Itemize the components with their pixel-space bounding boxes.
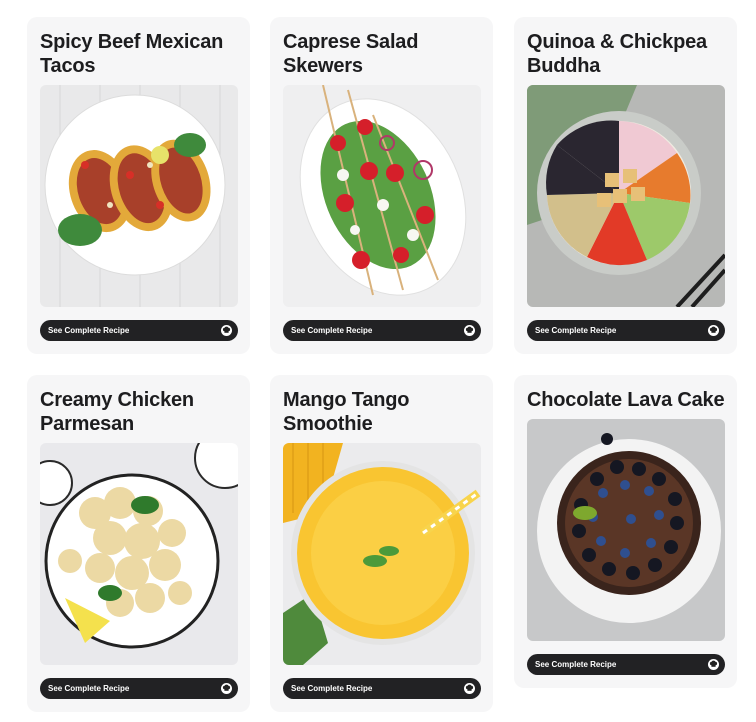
recipe-title: Caprese Salad Skewers <box>283 31 419 77</box>
cauliflower-plate-photo[interactable] <box>40 443 238 665</box>
recipe-card: Quinoa & Chickpea Buddha See Complete Re… <box>514 17 737 354</box>
see-recipe-button[interactable]: See Complete Recipe <box>40 678 238 699</box>
see-recipe-button[interactable]: See Complete Recipe <box>40 320 238 341</box>
recipe-card: Caprese Salad Skewers See Complete Recip… <box>270 17 493 354</box>
buddha-bowl-photo[interactable] <box>527 85 725 307</box>
chef-hat-icon <box>708 659 719 670</box>
chocolate-cake-photo[interactable] <box>527 419 725 641</box>
see-recipe-button-label: See Complete Recipe <box>291 326 373 335</box>
chef-hat-icon <box>464 683 475 694</box>
see-recipe-button-label: See Complete Recipe <box>535 326 617 335</box>
see-recipe-button[interactable]: See Complete Recipe <box>527 320 725 341</box>
recipe-card: Creamy Chicken Parmesan See Complete Rec… <box>27 375 250 712</box>
see-recipe-button[interactable]: See Complete Recipe <box>283 678 481 699</box>
recipe-card: Spicy Beef Mexican Tacos See Complete Re… <box>27 17 250 354</box>
see-recipe-button-label: See Complete Recipe <box>48 326 130 335</box>
chef-hat-icon <box>708 325 719 336</box>
recipe-title: Chocolate Lava Cake <box>527 389 725 411</box>
mango-smoothie-photo[interactable] <box>283 443 481 665</box>
see-recipe-button-label: See Complete Recipe <box>48 684 130 693</box>
see-recipe-button[interactable]: See Complete Recipe <box>527 654 725 675</box>
recipe-title: Creamy Chicken Parmesan <box>40 389 194 435</box>
recipe-card: Chocolate Lava Cake See Complete Recipe <box>514 375 737 688</box>
recipe-card: Mango Tango Smoothie See Complete Recipe <box>270 375 493 712</box>
recipe-title: Spicy Beef Mexican Tacos <box>40 31 224 77</box>
recipe-title: Mango Tango Smoothie <box>283 389 410 435</box>
see-recipe-button-label: See Complete Recipe <box>535 660 617 669</box>
caprese-skewers-photo[interactable] <box>283 85 481 307</box>
chef-hat-icon <box>221 325 232 336</box>
see-recipe-button[interactable]: See Complete Recipe <box>283 320 481 341</box>
recipe-title: Quinoa & Chickpea Buddha <box>527 31 707 77</box>
see-recipe-button-label: See Complete Recipe <box>291 684 373 693</box>
tacos-photo[interactable] <box>40 85 238 307</box>
chef-hat-icon <box>464 325 475 336</box>
chef-hat-icon <box>221 683 232 694</box>
